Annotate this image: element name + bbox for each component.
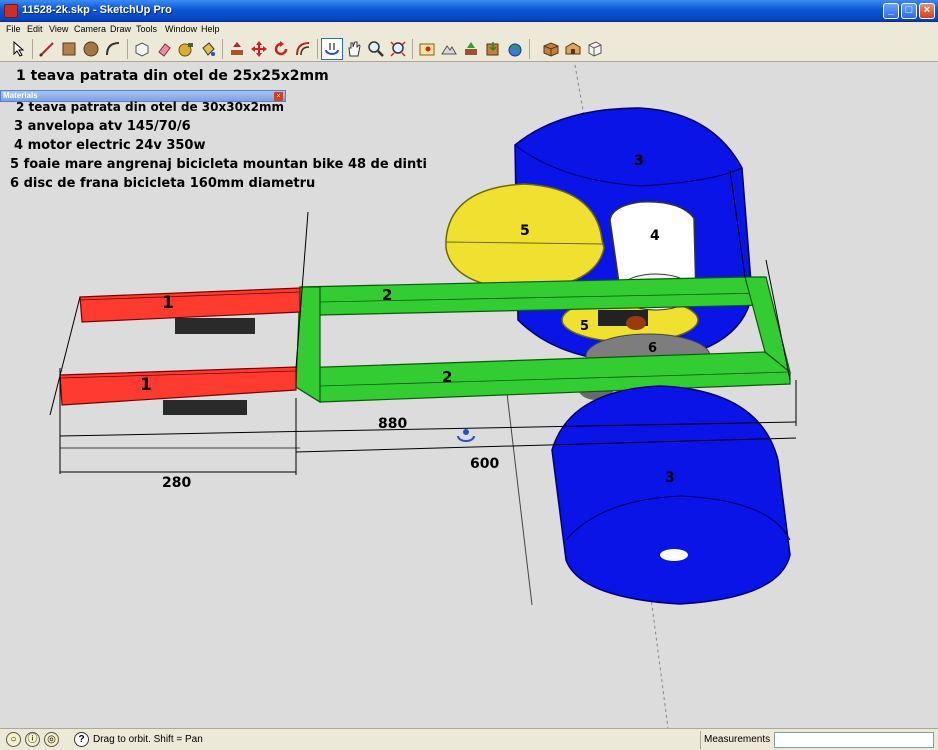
label-5-big: 5 bbox=[520, 223, 530, 239]
line-icon[interactable] bbox=[36, 38, 58, 60]
menu-view[interactable]: View bbox=[49, 24, 68, 34]
note-line-1: 1 teava patrata din otel de 25x25x2mm bbox=[16, 68, 329, 84]
menu-file[interactable]: File bbox=[6, 24, 21, 34]
close-button[interactable]: × bbox=[919, 3, 935, 19]
minimize-button[interactable]: _ bbox=[883, 3, 899, 19]
label-4: 4 bbox=[650, 228, 660, 244]
move-icon[interactable] bbox=[248, 38, 270, 60]
orbit-icon[interactable] bbox=[321, 38, 343, 60]
label-1-bottom: 1 bbox=[140, 375, 152, 395]
gear-big: 5 bbox=[445, 183, 605, 291]
dimension-880-label: 880 bbox=[378, 416, 407, 432]
help-icon[interactable]: ? bbox=[74, 732, 89, 747]
rectangle-icon[interactable] bbox=[58, 38, 80, 60]
menu-window[interactable]: Window bbox=[165, 24, 197, 34]
eraser-icon[interactable] bbox=[153, 38, 175, 60]
paint-bucket-icon[interactable] bbox=[197, 38, 219, 60]
label-3-top: 3 bbox=[634, 153, 644, 169]
vertical-guide-line bbox=[505, 384, 533, 606]
circle-icon[interactable] bbox=[80, 38, 102, 60]
geo-location-icon[interactable]: ○ bbox=[6, 732, 21, 747]
label-6: 6 bbox=[648, 341, 657, 356]
blue-axis-line-lower bbox=[649, 589, 669, 728]
user-icon[interactable]: ◎ bbox=[44, 732, 59, 747]
note-line-2: 2 teava patrata din otel de 30x30x2mm bbox=[16, 100, 285, 114]
menu-bar: File Edit View Camera Draw Tools Window … bbox=[0, 22, 938, 36]
note-line-5: 5 foaie mare angrenaj bicicleta mountan … bbox=[10, 157, 427, 172]
dimension-280 bbox=[59, 440, 297, 474]
photo-textures-icon[interactable] bbox=[460, 38, 482, 60]
tire-bottom: 3 bbox=[551, 385, 791, 605]
note-line-4: 4 motor electric 24v 350w bbox=[14, 138, 206, 153]
sketchup-app-icon bbox=[4, 4, 18, 18]
dimension-600-label: 600 bbox=[470, 456, 499, 472]
label-5-small: 5 bbox=[580, 319, 589, 334]
arc-icon[interactable] bbox=[102, 38, 124, 60]
zoom-extents-icon[interactable] bbox=[387, 38, 409, 60]
measurements-input[interactable] bbox=[774, 732, 934, 748]
note-line-6: 6 disc de frana bicicleta 160mm diametru bbox=[10, 176, 316, 191]
tube-red-top: 1 bbox=[79, 287, 301, 334]
pan-icon[interactable] bbox=[343, 38, 365, 60]
share-model-icon[interactable] bbox=[504, 38, 526, 60]
menu-draw[interactable]: Draw bbox=[110, 24, 131, 34]
tape-measure-icon[interactable] bbox=[175, 38, 197, 60]
label-3-bottom: 3 bbox=[665, 470, 675, 486]
zoom-icon[interactable] bbox=[365, 38, 387, 60]
3d-warehouse-icon[interactable] bbox=[562, 38, 584, 60]
add-location-icon[interactable] bbox=[416, 38, 438, 60]
get-models-icon[interactable] bbox=[482, 38, 504, 60]
push-pull-icon[interactable] bbox=[226, 38, 248, 60]
label-1-top: 1 bbox=[162, 293, 174, 313]
menu-camera[interactable]: Camera bbox=[74, 24, 106, 34]
materials-panel-title: Materials bbox=[3, 91, 38, 100]
menu-edit[interactable]: Edit bbox=[27, 24, 43, 34]
window-title: 11528-2k.skp - SketchUp Pro bbox=[22, 4, 172, 16]
label-2-top: 2 bbox=[382, 286, 392, 304]
title-bar: 11528-2k.skp - SketchUp Pro _ □ × bbox=[0, 0, 938, 22]
drawing-viewport[interactable]: 3 5 5 6 4 2 2 1 1 3 880 600 280 1 teava … bbox=[0, 62, 938, 728]
tube-red-bottom: 1 bbox=[59, 366, 297, 415]
orbit-cursor-icon bbox=[457, 429, 475, 442]
status-bar: ○ ⓘ ◎ ? Drag to orbit. Shift = Pan Measu… bbox=[0, 728, 938, 750]
make-component-icon[interactable] bbox=[131, 38, 153, 60]
menu-help[interactable]: Help bbox=[201, 24, 220, 34]
label-2-bottom: 2 bbox=[442, 368, 452, 386]
measurements-label: Measurements bbox=[704, 734, 771, 745]
select-icon[interactable] bbox=[8, 38, 30, 60]
toolbar bbox=[0, 36, 938, 62]
menu-tools[interactable]: Tools bbox=[136, 24, 157, 34]
maximize-button[interactable]: □ bbox=[901, 3, 917, 19]
components-icon[interactable] bbox=[540, 38, 562, 60]
status-hint: Drag to orbit. Shift = Pan bbox=[93, 734, 203, 745]
offset-icon[interactable] bbox=[292, 38, 314, 60]
credits-icon[interactable]: ⓘ bbox=[25, 732, 40, 747]
dimension-280-label: 280 bbox=[162, 475, 191, 491]
layout-icon[interactable] bbox=[584, 38, 606, 60]
rotate-icon[interactable] bbox=[270, 38, 292, 60]
terrain-icon[interactable] bbox=[438, 38, 460, 60]
note-line-3: 3 anvelopa atv 145/70/6 bbox=[14, 119, 191, 134]
